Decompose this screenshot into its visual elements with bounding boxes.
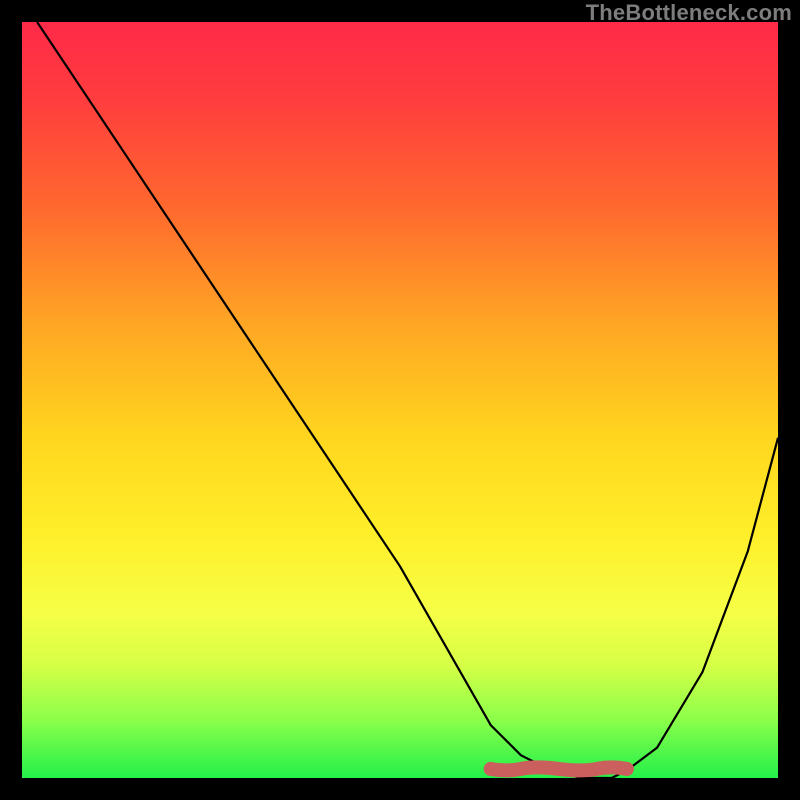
chart-svg	[22, 22, 778, 778]
chart-frame: TheBottleneck.com	[0, 0, 800, 800]
curve-line	[37, 22, 778, 778]
optimal-range-end-dot	[620, 762, 634, 776]
plot-area	[22, 22, 778, 778]
optimal-range-start-dot	[484, 762, 498, 776]
optimal-range-marker	[491, 767, 627, 770]
